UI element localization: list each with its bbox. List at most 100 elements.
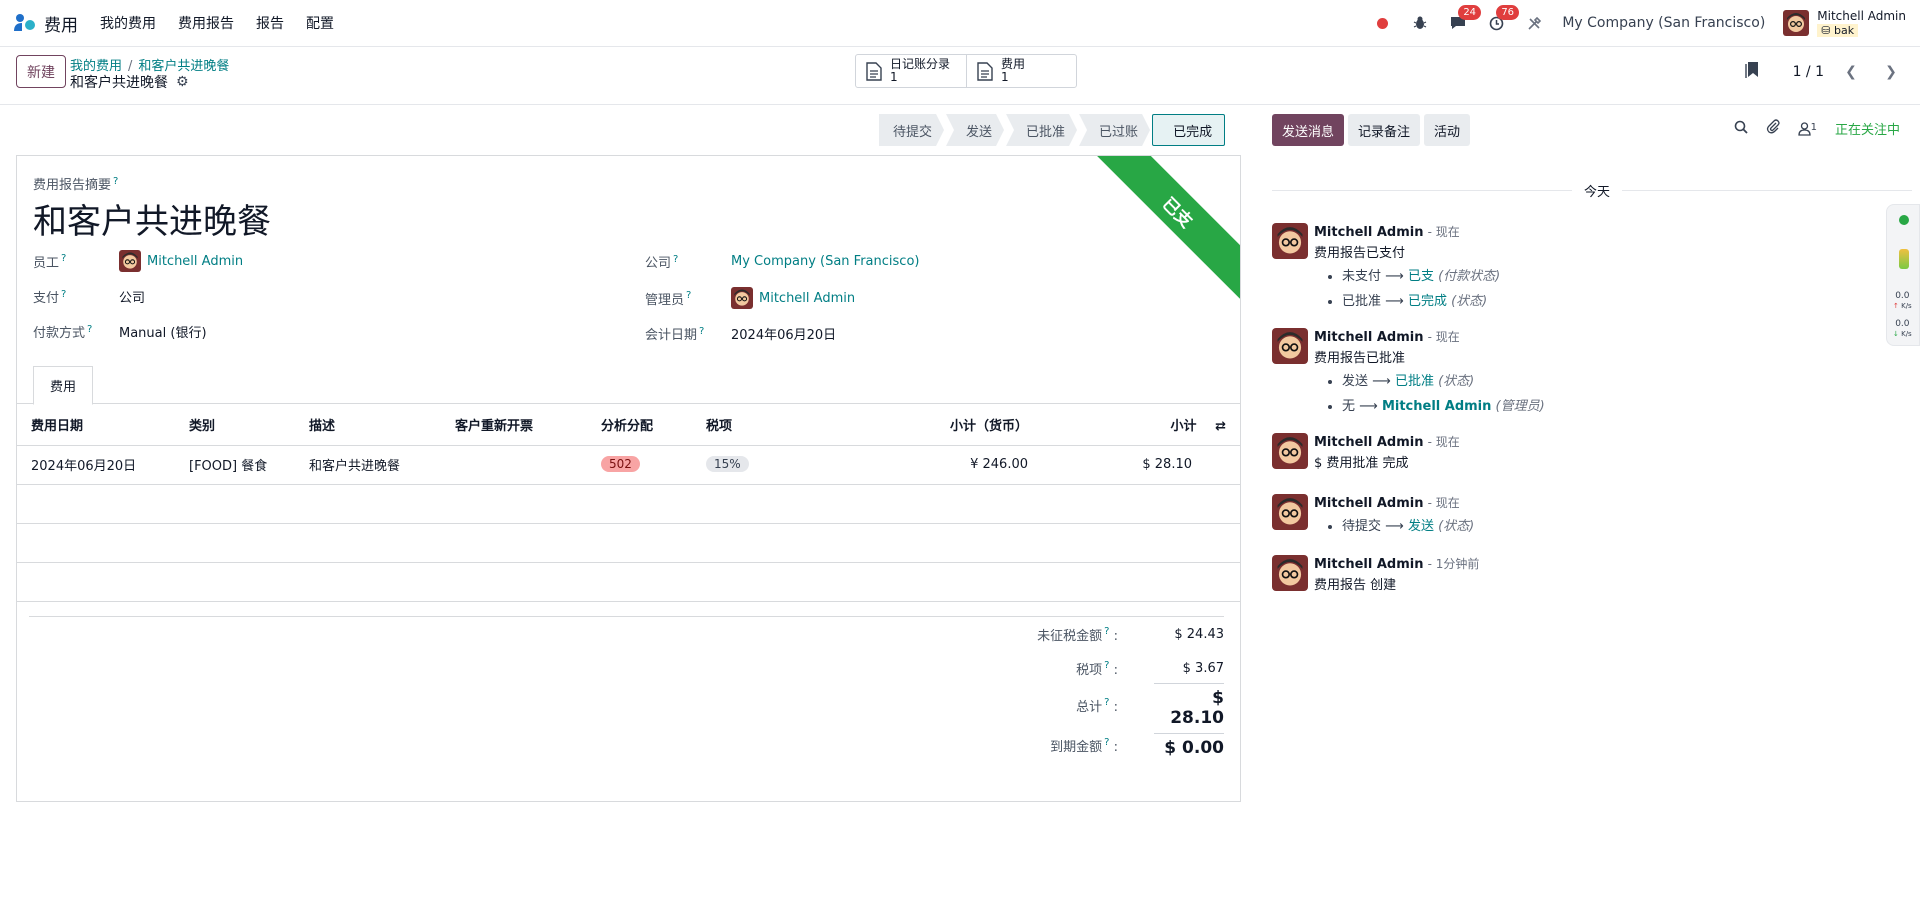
message-author[interactable]: Mitchell Admin bbox=[1314, 557, 1423, 572]
message-author[interactable]: Mitchell Admin bbox=[1314, 330, 1423, 345]
paid-by-value[interactable]: 公司 bbox=[119, 287, 145, 306]
cell-date: 2024年06月20日 bbox=[17, 445, 175, 485]
help-icon[interactable]: ? bbox=[113, 176, 118, 187]
message-author[interactable]: Mitchell Admin bbox=[1314, 435, 1423, 450]
employee-value[interactable]: Mitchell Admin bbox=[147, 254, 243, 269]
main-menu: 我的费用 费用报告 报告 配置 bbox=[100, 13, 334, 33]
cell-subtotal: $ 28.10 bbox=[1042, 445, 1240, 485]
help-icon[interactable]: ? bbox=[1104, 626, 1109, 637]
col-analytic[interactable]: 分析分配 bbox=[587, 404, 692, 446]
paperclip-icon[interactable] bbox=[1766, 119, 1780, 138]
log-note-button[interactable]: 记录备注 bbox=[1348, 114, 1421, 146]
menu-expense-reports[interactable]: 费用报告 bbox=[178, 13, 234, 33]
stage-approved[interactable]: 已批准 bbox=[1006, 114, 1077, 146]
bug-icon[interactable] bbox=[1410, 13, 1430, 33]
cell-category: [FOOD] 餐食 bbox=[175, 445, 295, 485]
database-icon: ⛁ bbox=[1821, 23, 1831, 37]
following-button[interactable]: 正在关注中 bbox=[1835, 119, 1900, 138]
message-avatar[interactable] bbox=[1272, 223, 1308, 259]
menu-configuration[interactable]: 配置 bbox=[306, 13, 334, 33]
col-subtotal-currency[interactable]: 小计（货币） bbox=[842, 404, 1042, 446]
message-avatar[interactable] bbox=[1272, 494, 1308, 530]
help-icon[interactable]: ? bbox=[1104, 660, 1109, 671]
message-avatar[interactable] bbox=[1272, 433, 1308, 469]
col-taxes[interactable]: 税项 bbox=[692, 404, 842, 446]
menu-reporting[interactable]: 报告 bbox=[256, 13, 284, 33]
help-icon[interactable]: ? bbox=[673, 254, 678, 265]
menu-my-expenses[interactable]: 我的费用 bbox=[100, 13, 156, 33]
message-body: $ 费用批准 完成 bbox=[1314, 456, 1409, 471]
company-value[interactable]: My Company (San Francisco) bbox=[731, 254, 919, 269]
field-employee: 员工? Mitchell Admin bbox=[33, 250, 243, 272]
tab-expenses[interactable]: 费用 bbox=[33, 366, 93, 405]
tracking-list: 待提交 ⟶ 发送 (状态) bbox=[1314, 515, 1474, 534]
help-icon[interactable]: ? bbox=[61, 289, 66, 300]
gear-icon[interactable]: ⚙ bbox=[176, 74, 189, 90]
messages-badge: 24 bbox=[1458, 5, 1482, 20]
activity-button[interactable]: 活动 bbox=[1424, 114, 1471, 146]
day-label: 今天 bbox=[1572, 181, 1623, 200]
chatter-tools: 1 正在关注中 bbox=[1734, 119, 1900, 138]
untaxed-amount-value: $ 24.43 bbox=[1174, 626, 1224, 642]
help-icon[interactable]: ? bbox=[1104, 737, 1109, 748]
help-icon[interactable]: ? bbox=[87, 324, 92, 335]
network-speed-widget[interactable]: 0.0 ↑ K/s 0.0 ↓ K/s bbox=[1886, 204, 1920, 346]
message-item: Mitchell Admin - 现在 待提交 ⟶ 发送 (状态) bbox=[1272, 494, 1474, 540]
col-reinvoice[interactable]: 客户重新开票 bbox=[441, 404, 587, 446]
record-icon[interactable] bbox=[1372, 13, 1392, 33]
field-paid-by: 支付? 公司 bbox=[33, 287, 146, 306]
cell-taxes: 15% bbox=[692, 445, 842, 485]
summary-title[interactable]: 和客户共进晚餐 bbox=[33, 194, 271, 243]
column-settings-icon[interactable]: ⇄ bbox=[1215, 419, 1226, 434]
col-description[interactable]: 描述 bbox=[295, 404, 441, 446]
stage-done[interactable]: 已完成 bbox=[1152, 114, 1226, 146]
user-menu[interactable]: Mitchell Admin ⛁ bak bbox=[1783, 9, 1906, 38]
stage-posted[interactable]: 已过账 bbox=[1079, 114, 1150, 146]
message-body: 费用报告 创建 bbox=[1314, 578, 1397, 593]
followers-button[interactable]: 1 bbox=[1797, 121, 1817, 136]
tracking-item: 未支付 ⟶ 已支 (付款状态) bbox=[1342, 265, 1500, 284]
totals: 未征税金额? : $ 24.43 税项? : $ 3.67 总计? : $ 28… bbox=[29, 616, 1224, 765]
pager-next-button[interactable]: ❯ bbox=[1878, 59, 1904, 85]
app-home[interactable]: 费用 bbox=[14, 11, 78, 36]
company-switcher[interactable]: My Company (San Francisco) bbox=[1562, 15, 1765, 31]
help-icon[interactable]: ? bbox=[699, 326, 704, 337]
activities-clock-icon[interactable]: 76 bbox=[1486, 5, 1520, 33]
manager-value[interactable]: Mitchell Admin bbox=[759, 291, 855, 306]
col-date[interactable]: 费用日期 bbox=[17, 404, 175, 446]
bookmark-icon[interactable] bbox=[1744, 61, 1759, 83]
expenses-smart-button[interactable]: 费用 1 bbox=[966, 55, 1076, 87]
total-value: $ 28.10 bbox=[1154, 682, 1224, 728]
person-icon bbox=[1797, 121, 1811, 136]
systray: 24 76 My Company (San Francisco) Mitchel… bbox=[1372, 5, 1906, 38]
stage-submitted[interactable]: 发送 bbox=[946, 114, 1004, 146]
amount-due-row: 到期金额? : $ 0.00 bbox=[29, 725, 1224, 765]
search-icon[interactable] bbox=[1734, 120, 1748, 138]
new-button[interactable]: 新建 bbox=[16, 55, 66, 88]
tools-icon[interactable] bbox=[1524, 13, 1544, 33]
payment-method-value[interactable]: Manual (银行) bbox=[119, 322, 207, 341]
table-row[interactable]: 2024年06月20日 [FOOD] 餐食 和客户共进晚餐 502 15% ¥ … bbox=[17, 445, 1240, 485]
help-icon[interactable]: ? bbox=[686, 290, 691, 301]
pager-value[interactable]: 1 / 1 bbox=[1793, 64, 1824, 80]
help-icon[interactable]: ? bbox=[1104, 697, 1109, 708]
accounting-date-value[interactable]: 2024年06月20日 bbox=[731, 324, 836, 343]
message-body: 费用报告已批准 bbox=[1314, 351, 1406, 366]
record-title: 和客户共进晚餐 ⚙ bbox=[70, 72, 189, 92]
table-row-empty bbox=[17, 484, 1240, 524]
messages-icon[interactable]: 24 bbox=[1448, 5, 1482, 33]
col-subtotal[interactable]: 小计 ⇄ bbox=[1042, 404, 1240, 446]
stage-draft[interactable]: 待提交 bbox=[879, 114, 944, 146]
journal-entries-button[interactable]: 日记账分录 1 bbox=[856, 55, 966, 87]
message-avatar[interactable] bbox=[1272, 555, 1308, 591]
employee-avatar bbox=[119, 250, 141, 272]
arrow-right-icon: ⟶ bbox=[1385, 294, 1404, 309]
col-category[interactable]: 类别 bbox=[175, 404, 295, 446]
pager-previous-button[interactable]: ❮ bbox=[1838, 59, 1864, 85]
message-avatar[interactable] bbox=[1272, 328, 1308, 364]
help-icon[interactable]: ? bbox=[61, 253, 66, 264]
message-author[interactable]: Mitchell Admin bbox=[1314, 496, 1423, 511]
message-author[interactable]: Mitchell Admin bbox=[1314, 225, 1423, 240]
chevron-right-icon: ❯ bbox=[1885, 64, 1897, 80]
send-message-button[interactable]: 发送消息 bbox=[1272, 114, 1345, 146]
